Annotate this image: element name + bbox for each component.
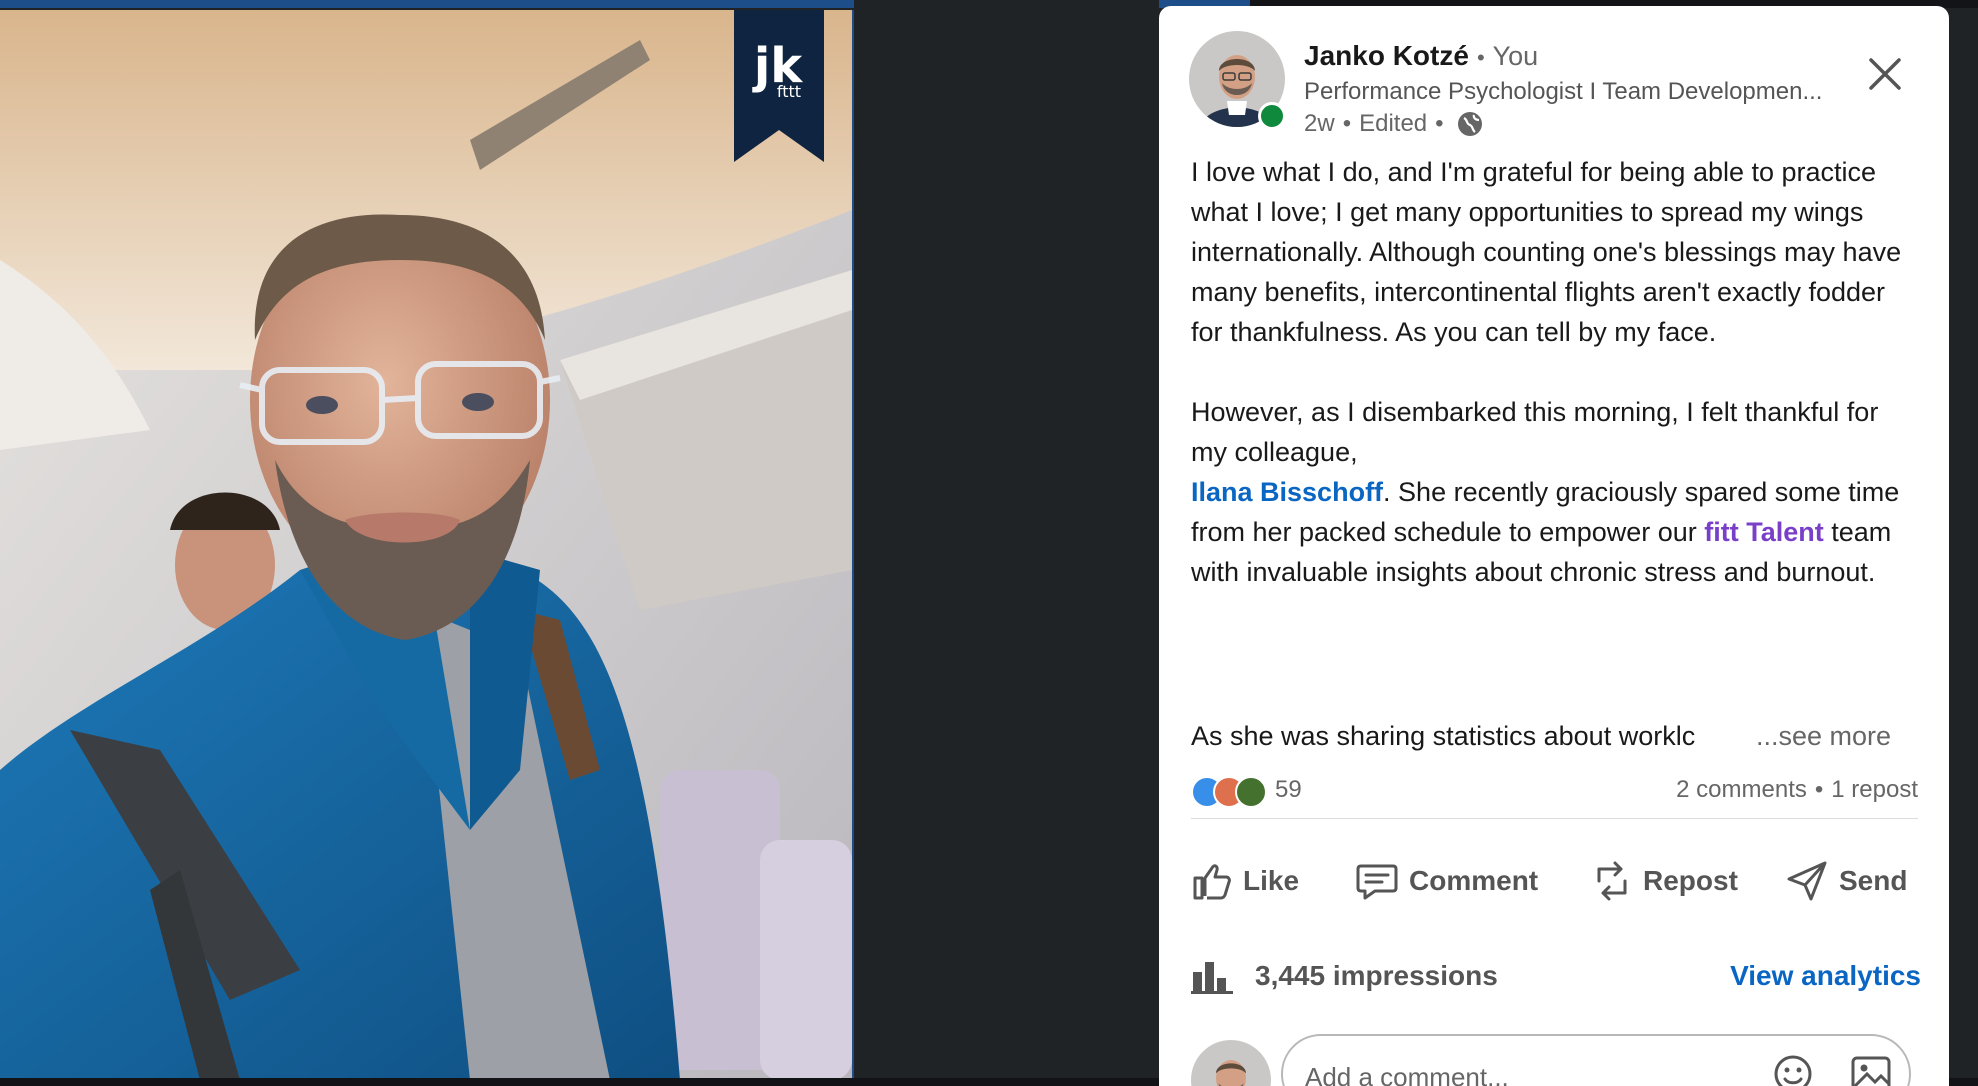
like-button[interactable]: Like: [1191, 846, 1299, 916]
reactions-summary[interactable]: 59: [1191, 770, 1302, 810]
mention-link[interactable]: Ilana Bisschoff: [1191, 477, 1383, 507]
author-headline: Performance Psychologist I Team Developm…: [1304, 78, 1823, 105]
current-user-avatar-image: [1191, 1040, 1271, 1086]
send-label: Send: [1839, 865, 1908, 896]
post-paragraph-3: As she was sharing statistics about work…: [1191, 721, 1696, 751]
close-button[interactable]: [1861, 50, 1909, 98]
post-paragraph-1: I love what I do, and I'm grateful for b…: [1191, 157, 1902, 347]
comments-count-link[interactable]: 2 comments: [1676, 776, 1807, 804]
reaction-count: 59: [1275, 776, 1302, 803]
edited-label: Edited: [1359, 110, 1428, 137]
send-icon: [1787, 861, 1827, 901]
impressions-count: 3,445 impressions: [1255, 960, 1498, 991]
emoji-icon: [1774, 1055, 1812, 1086]
author-line: Janko Kotzé • You: [1304, 40, 1538, 74]
social-separator: •: [1814, 776, 1824, 803]
reaction-icons: [1191, 773, 1271, 808]
author-relation: You: [1492, 41, 1539, 71]
meta-separator-2: •: [1435, 110, 1444, 137]
divider: [1191, 818, 1918, 819]
comment-placeholder: Add a comment...: [1305, 1062, 1509, 1086]
online-status-indicator: [1258, 102, 1286, 130]
add-image-button[interactable]: [1851, 1056, 1891, 1086]
post-image[interactable]: jk fttt: [0, 10, 854, 1080]
like-label: Like: [1243, 865, 1300, 896]
reposts-count-link[interactable]: 1 repost: [1831, 776, 1918, 804]
post-meta: 2w • Edited •: [1304, 110, 1484, 138]
add-comment-row: Add a comment...: [1191, 1026, 1921, 1086]
author-name[interactable]: Janko Kotzé: [1304, 40, 1469, 72]
app-window: jk fttt Janko Kotzé • You Performance Ps…: [0, 0, 1978, 1086]
support-reaction-icon: [1235, 776, 1267, 808]
comment-label: Comment: [1409, 865, 1539, 896]
post-truncated-line: As she was sharing statistics about work…: [1191, 716, 1921, 756]
view-analytics-link[interactable]: View analytics: [1730, 960, 1921, 992]
current-user-avatar: [1191, 1040, 1271, 1086]
thumbs-up-icon: [1193, 864, 1231, 900]
close-icon: [1869, 58, 1901, 90]
action-bar: Like Comment Repost Send: [1159, 846, 1949, 916]
viewer-backdrop: [854, 0, 1159, 1086]
emoji-button[interactable]: [1773, 1054, 1813, 1086]
repost-icon: [1597, 861, 1627, 901]
selfie-illustration: [0, 10, 852, 1080]
see-more-button[interactable]: ...see more: [1756, 716, 1891, 756]
comment-input[interactable]: Add a comment...: [1281, 1034, 1911, 1086]
repost-label: Repost: [1643, 865, 1738, 896]
globe-icon: [1457, 112, 1482, 136]
post-body: I love what I do, and I'm grateful for b…: [1191, 152, 1921, 632]
author-separator: •: [1476, 45, 1485, 70]
bar-chart-icon: [1191, 962, 1233, 994]
post-detail-panel: Janko Kotzé • You Performance Psychologi…: [1159, 6, 1949, 1086]
social-counts: 2 comments • 1 repost: [1676, 776, 1918, 804]
meta-separator: •: [1342, 110, 1352, 137]
post-time: 2w: [1304, 110, 1335, 137]
post-paragraph-2-start: However, as I disembarked this morning, …: [1191, 397, 1879, 467]
logo-sub-text: fttt: [777, 82, 801, 101]
comment-icon: [1356, 864, 1398, 900]
jk-fitt-logo: jk fttt: [734, 10, 824, 162]
repost-button[interactable]: Repost: [1591, 846, 1738, 916]
comment-button[interactable]: Comment: [1355, 846, 1538, 916]
post-paragraph-2: However, as I disembarked this morning, …: [1191, 392, 1921, 592]
image-icon: [1851, 1056, 1891, 1086]
company-mention-link[interactable]: fitt Talent: [1704, 517, 1823, 547]
send-button[interactable]: Send: [1785, 846, 1907, 916]
impressions-row: 3,445 impressions View analytics: [1191, 952, 1921, 1002]
